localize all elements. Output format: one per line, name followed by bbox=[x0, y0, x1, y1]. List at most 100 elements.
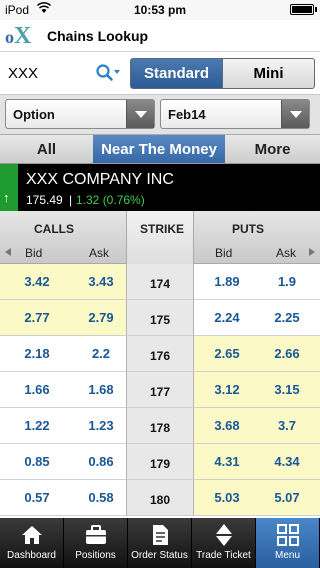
bottom-tab-bar: Dashboard Positions Order Status Trade T… bbox=[0, 518, 320, 568]
call-ask: 2.79 bbox=[88, 310, 114, 325]
call-ask: 3.43 bbox=[88, 274, 114, 289]
table-row[interactable]: 2.18 2.2 176 2.65 2.66 bbox=[0, 336, 320, 372]
call-cells[interactable]: 3.42 3.43 bbox=[0, 264, 126, 300]
puts-header: PUTS bbox=[232, 222, 265, 236]
tab-near-the-money[interactable]: Near The Money bbox=[93, 135, 225, 163]
call-cells[interactable]: 1.66 1.68 bbox=[0, 372, 126, 408]
quote-banner[interactable]: XXX COMPANY INC 175.49 | 1.32 (0.76%) bbox=[0, 164, 320, 211]
strike-price: 178 bbox=[126, 408, 194, 444]
strike-price: 177 bbox=[126, 372, 194, 408]
table-row[interactable]: 1.22 1.23 178 3.68 3.7 bbox=[0, 408, 320, 444]
table-row[interactable]: 0.57 0.58 180 5.03 5.07 bbox=[0, 480, 320, 516]
tab-all[interactable]: All bbox=[0, 135, 93, 163]
company-name: XXX COMPANY INC bbox=[26, 171, 174, 188]
table-row[interactable]: 2.77 2.79 175 2.24 2.25 bbox=[0, 300, 320, 336]
chevron-down-icon bbox=[126, 100, 154, 128]
call-ask-header: Ask bbox=[89, 246, 110, 260]
status-bar: iPod 10:53 pm bbox=[0, 0, 320, 20]
put-cells[interactable]: 2.65 2.66 bbox=[194, 336, 320, 372]
option-type-select[interactable]: Option bbox=[5, 99, 155, 129]
put-bid: 1.89 bbox=[214, 274, 240, 289]
calls-header: CALLS bbox=[34, 222, 74, 236]
put-cells[interactable]: 3.68 3.7 bbox=[194, 408, 320, 444]
grid-icon bbox=[277, 524, 299, 546]
call-bid: 1.66 bbox=[24, 382, 50, 397]
document-icon bbox=[153, 525, 168, 545]
clock: 10:53 pm bbox=[133, 3, 187, 17]
tab-dashboard[interactable]: Dashboard bbox=[0, 518, 64, 568]
up-arrow-icon bbox=[0, 164, 18, 211]
strike-price: 174 bbox=[126, 264, 194, 300]
option-type-value: Option bbox=[13, 107, 55, 122]
put-cells[interactable]: 2.24 2.25 bbox=[194, 300, 320, 336]
table-row[interactable]: 0.85 0.86 179 4.31 4.34 bbox=[0, 444, 320, 480]
strike-price: 179 bbox=[126, 444, 194, 480]
call-cells[interactable]: 2.18 2.2 bbox=[0, 336, 126, 372]
battery-icon bbox=[290, 4, 314, 15]
chevron-down-icon bbox=[281, 100, 309, 128]
call-bid: 3.42 bbox=[24, 274, 50, 289]
put-bid: 3.12 bbox=[214, 382, 240, 397]
tab-order-status[interactable]: Order Status bbox=[128, 518, 192, 568]
call-ask: 1.68 bbox=[88, 382, 114, 397]
put-bid: 2.24 bbox=[214, 310, 240, 325]
call-bid: 0.85 bbox=[24, 454, 50, 469]
app-header: oX Chains Lookup bbox=[0, 20, 320, 52]
strike-price: 175 bbox=[126, 300, 194, 336]
mini-view-button[interactable]: Mini bbox=[222, 58, 315, 89]
put-bid: 5.03 bbox=[214, 490, 240, 505]
briefcase-icon bbox=[86, 525, 106, 544]
strike-price: 180 bbox=[126, 480, 194, 516]
tab-trade-ticket[interactable]: Trade Ticket bbox=[192, 518, 256, 568]
scroll-left-icon[interactable] bbox=[5, 248, 11, 256]
home-icon bbox=[22, 526, 42, 544]
put-ask: 3.15 bbox=[274, 382, 300, 397]
strike-filter-tabs: All Near The Money More bbox=[0, 134, 320, 164]
tab-label: Menu bbox=[274, 550, 300, 561]
put-bid: 2.65 bbox=[214, 346, 240, 361]
call-bid: 2.77 bbox=[24, 310, 50, 325]
put-ask: 3.7 bbox=[277, 418, 297, 433]
tab-label: Order Status bbox=[131, 550, 188, 561]
price-change: 1.32 (0.76%) bbox=[76, 193, 145, 207]
put-cells[interactable]: 1.89 1.9 bbox=[194, 264, 320, 300]
standard-view-button[interactable]: Standard bbox=[130, 58, 223, 89]
put-ask: 1.9 bbox=[277, 274, 297, 289]
call-cells[interactable]: 2.77 2.79 bbox=[0, 300, 126, 336]
call-cells[interactable]: 1.22 1.23 bbox=[0, 408, 126, 444]
call-cells[interactable]: 0.85 0.86 bbox=[0, 444, 126, 480]
symbol-input[interactable] bbox=[8, 65, 88, 82]
table-row[interactable]: 3.42 3.43 174 1.89 1.9 bbox=[0, 264, 320, 300]
call-bid-header: Bid bbox=[25, 246, 43, 260]
strike-price: 176 bbox=[126, 336, 194, 372]
call-ask: 0.86 bbox=[88, 454, 114, 469]
put-ask-header: Ask bbox=[276, 246, 297, 260]
put-ask: 2.25 bbox=[274, 310, 300, 325]
put-ask: 2.66 bbox=[274, 346, 300, 361]
call-cells[interactable]: 0.57 0.58 bbox=[0, 480, 126, 516]
tab-label: Trade Ticket bbox=[196, 550, 251, 561]
table-row[interactable]: 1.66 1.68 177 3.12 3.15 bbox=[0, 372, 320, 408]
put-cells[interactable]: 5.03 5.07 bbox=[194, 480, 320, 516]
tab-menu[interactable]: Menu bbox=[256, 518, 320, 568]
call-ask: 1.23 bbox=[88, 418, 114, 433]
tab-positions[interactable]: Positions bbox=[64, 518, 128, 568]
app-logo: oX bbox=[5, 23, 32, 49]
scroll-right-icon[interactable] bbox=[309, 248, 315, 256]
put-cells[interactable]: 4.31 4.34 bbox=[194, 444, 320, 480]
put-cells[interactable]: 3.12 3.15 bbox=[194, 372, 320, 408]
price-separator: | bbox=[69, 193, 73, 207]
put-ask: 5.07 bbox=[274, 490, 300, 505]
put-bid-header: Bid bbox=[215, 246, 233, 260]
last-price: 175.49 bbox=[26, 193, 63, 207]
put-ask: 4.34 bbox=[274, 454, 300, 469]
symbol-search-row: Standard Mini bbox=[0, 53, 320, 93]
expiry-value: Feb14 bbox=[168, 107, 206, 122]
tab-label: Dashboard bbox=[7, 550, 56, 561]
search-icon[interactable] bbox=[95, 63, 121, 83]
tab-more[interactable]: More bbox=[225, 135, 320, 163]
chain-filters: Option Feb14 bbox=[0, 94, 320, 134]
expiry-select[interactable]: Feb14 bbox=[160, 99, 310, 129]
tab-label: Positions bbox=[75, 550, 116, 561]
call-bid: 2.18 bbox=[24, 346, 50, 361]
